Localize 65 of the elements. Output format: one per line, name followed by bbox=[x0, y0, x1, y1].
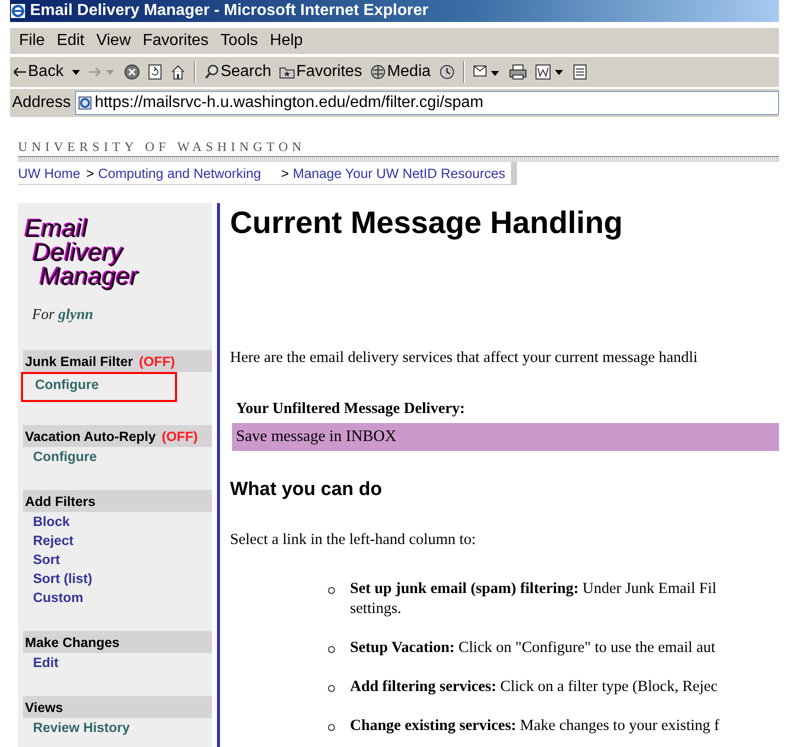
delivery-label: Your Unfiltered Message Delivery: bbox=[236, 400, 465, 418]
section-title: Views bbox=[25, 700, 64, 714]
notepad-icon[interactable] bbox=[572, 64, 587, 80]
section-title: Add Filters bbox=[25, 494, 96, 508]
document-edit-icon[interactable] bbox=[534, 64, 565, 80]
folder-icon bbox=[279, 65, 296, 79]
back-arrow-icon bbox=[13, 67, 27, 77]
search-button[interactable]: Search bbox=[204, 63, 272, 81]
back-button[interactable]: Back bbox=[13, 63, 64, 81]
printer-icon[interactable] bbox=[508, 64, 527, 80]
bullet-text: Set up junk email (spam) filtering: Under Junk Email Fil settings. bbox=[350, 579, 716, 619]
media-button[interactable]: Media bbox=[370, 63, 431, 81]
breadcrumb-link[interactable]: UW Home bbox=[18, 166, 80, 180]
breadcrumb-separator: > bbox=[86, 166, 94, 180]
breadcrumb-link[interactable]: Manage Your UW NetID Resources bbox=[292, 166, 506, 180]
bullet-icon bbox=[328, 587, 335, 594]
delivery-value: Save message in INBOX bbox=[232, 423, 779, 451]
menu-item[interactable]: File bbox=[13, 32, 51, 50]
bullet-icon bbox=[328, 646, 335, 653]
globe-icon bbox=[370, 64, 386, 80]
bullet-text: Change existing services: Make changes to your existing f bbox=[350, 716, 720, 736]
intro-text: Here are the email delivery services that affect your current message handli bbox=[230, 349, 698, 367]
menu-item[interactable]: Help bbox=[264, 32, 309, 50]
section-title: Junk Email Filter bbox=[25, 354, 134, 368]
menu-item[interactable]: Edit bbox=[50, 32, 90, 50]
logo: Email Delivery Manager bbox=[25, 217, 139, 289]
sidebar-link[interactable]: Edit bbox=[33, 655, 58, 671]
favorites-button[interactable]: Favorites bbox=[279, 63, 362, 81]
address-field[interactable]: https://mailsrvc-h.u.washington.edu/edm/filter.cgi/spam bbox=[74, 91, 779, 115]
clock-icon[interactable] bbox=[438, 64, 455, 80]
home-icon[interactable] bbox=[170, 64, 186, 80]
site-name: UNIVERSITY OF WASHINGTON bbox=[18, 139, 306, 155]
status-label: (OFF) bbox=[162, 428, 198, 444]
section-heading: What you can do bbox=[230, 479, 382, 501]
sidebar-link[interactable]: Sort (list) bbox=[33, 571, 92, 587]
menu-item[interactable]: Tools bbox=[214, 32, 264, 50]
breadcrumb-link[interactable]: Computing and Networking bbox=[98, 166, 261, 180]
bullet-text: Setup Vacation: Click on "Configure" to use the email aut bbox=[350, 638, 716, 658]
dropdown-caret-icon[interactable] bbox=[72, 70, 80, 74]
sidebar-link[interactable]: Review History bbox=[33, 720, 130, 736]
status-label: (OFF) bbox=[139, 354, 176, 368]
sidebar-link[interactable]: Reject bbox=[33, 533, 74, 549]
sidebar-link[interactable]: Sort bbox=[33, 552, 60, 568]
user-label: For glynn bbox=[32, 307, 94, 324]
page-title: Current Message Handling bbox=[230, 205, 623, 241]
page-icon bbox=[78, 96, 92, 110]
stop-icon[interactable] bbox=[124, 64, 140, 80]
prompt-text: Select a link in the left-hand column to: bbox=[230, 531, 476, 549]
bullet-text: Add filtering services: Click on a filter type (Block, Rejec bbox=[350, 677, 718, 697]
window-title: Email Delivery Manager - Microsoft Internet Explorer bbox=[30, 3, 428, 19]
browser-icon bbox=[10, 3, 26, 19]
section-title: Make Changes bbox=[25, 634, 120, 650]
section-title: Vacation Auto-Reply bbox=[25, 428, 156, 444]
sidebar-link[interactable]: Configure bbox=[35, 377, 99, 393]
search-icon bbox=[204, 64, 220, 80]
bullet-icon bbox=[328, 724, 335, 731]
bullet-icon bbox=[328, 685, 335, 692]
address-label: Address bbox=[12, 94, 71, 112]
menu-item[interactable]: Favorites bbox=[136, 32, 215, 50]
breadcrumb-separator: > bbox=[281, 166, 289, 180]
sidebar-link[interactable]: Custom bbox=[33, 590, 84, 606]
refresh-icon[interactable] bbox=[148, 64, 162, 80]
sidebar-link[interactable]: Configure bbox=[33, 449, 97, 465]
menu-item[interactable]: View bbox=[90, 32, 137, 50]
sidebar-link[interactable]: Block bbox=[33, 514, 70, 530]
